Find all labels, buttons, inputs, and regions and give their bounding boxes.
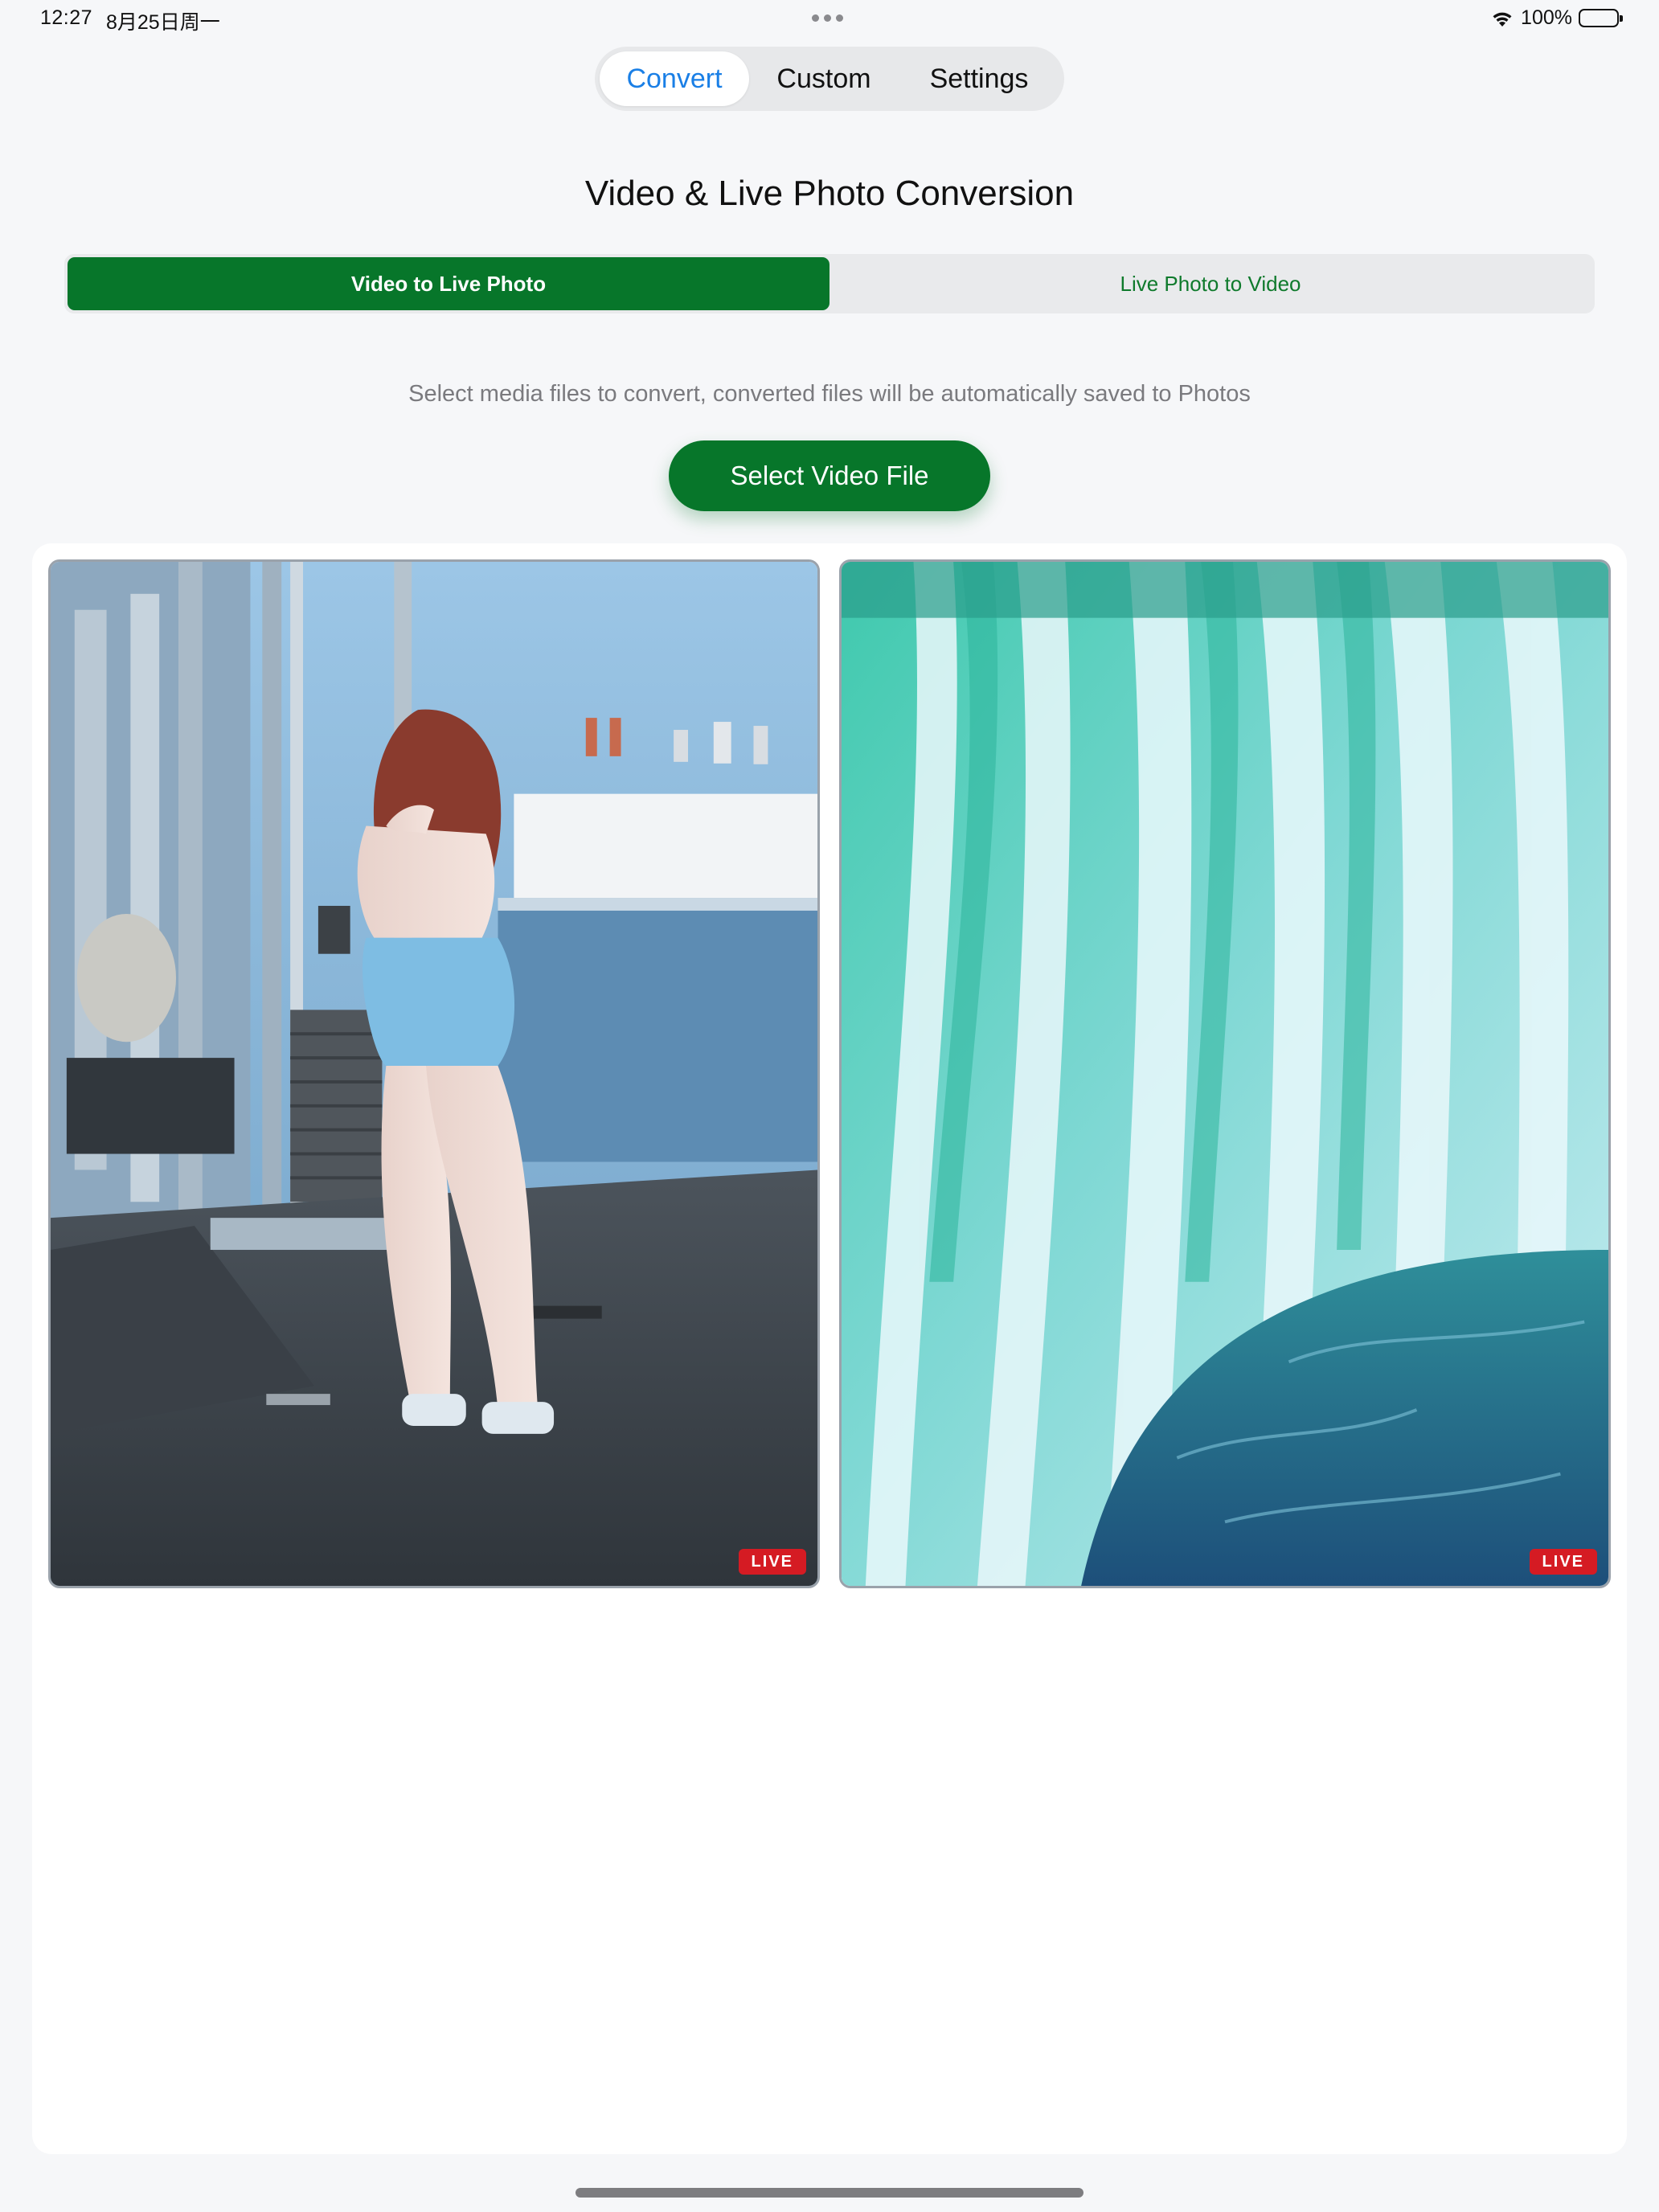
live-badge: LIVE: [738, 1549, 806, 1575]
screen: 12:27 8月25日周一 100% Convert Custom Settin…: [0, 0, 1659, 2212]
gym-scene-image: [51, 562, 817, 1586]
conversion-mode-control: Video to Live Photo Live Photo to Video: [64, 254, 1595, 313]
instruction-text: Select media files to convert, converted…: [408, 381, 1251, 407]
battery-icon: [1579, 9, 1623, 27]
live-badge: LIVE: [1529, 1549, 1597, 1575]
mode-live-photo-to-video[interactable]: Live Photo to Video: [830, 257, 1591, 310]
waterfall-scene-image: [842, 562, 1608, 1586]
status-date: 8月25日周一: [106, 11, 220, 34]
status-time: 12:27: [40, 6, 93, 29]
select-video-file-button[interactable]: Select Video File: [669, 440, 990, 511]
page-title: Video & Live Photo Conversion: [584, 174, 1075, 213]
status-bar: 12:27 8月25日周一 100%: [0, 0, 1659, 39]
live-photo-thumbnail[interactable]: LIVE: [48, 559, 820, 1588]
status-right: 100%: [1490, 6, 1623, 30]
mode-video-to-live-photo[interactable]: Video to Live Photo: [68, 257, 830, 310]
converted-gallery: LIVE LIVE: [32, 543, 1627, 2154]
home-indicator[interactable]: [576, 2188, 1083, 2198]
battery-percent: 100%: [1521, 6, 1572, 29]
live-photo-thumbnail[interactable]: LIVE: [839, 559, 1611, 1588]
top-tab-bar: Convert Custom Settings: [595, 47, 1064, 111]
tab-convert[interactable]: Convert: [600, 51, 749, 106]
more-dots-icon[interactable]: [812, 14, 843, 22]
wifi-icon: [1490, 9, 1514, 28]
tab-settings[interactable]: Settings: [899, 51, 1059, 106]
tab-custom[interactable]: Custom: [749, 51, 899, 106]
